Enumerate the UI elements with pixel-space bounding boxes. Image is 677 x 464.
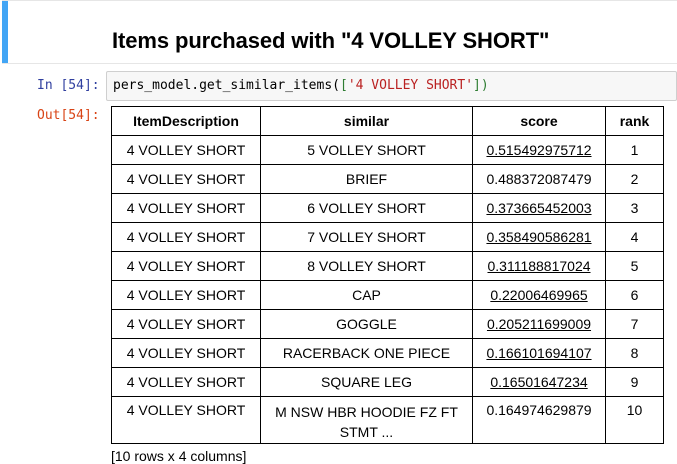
table-cell: 0.311188817024 <box>472 251 606 281</box>
markdown-heading: Items purchased with "4 VOLLEY SHORT" <box>112 28 550 53</box>
table-cell: SQUARE LEG <box>260 367 473 397</box>
table-cell: 4 VOLLEY SHORT <box>111 135 261 165</box>
table-cell: 4 VOLLEY SHORT <box>111 222 261 252</box>
code-close-bracket: ] <box>473 78 481 93</box>
table-cell: 5 VOLLEY SHORT <box>260 135 473 165</box>
table-cell: 1 <box>605 135 664 165</box>
score-link: 0.373665452003 <box>486 200 592 216</box>
table-cell: GOGGLE <box>260 309 473 339</box>
table-cell: 0.373665452003 <box>472 193 606 223</box>
score-link: 0.16501647234 <box>490 374 588 390</box>
table-cell: M NSW HBR HOODIE FZ FT STMT ... <box>260 396 473 444</box>
table-cell: 8 VOLLEY SHORT <box>260 251 473 281</box>
input-prompt: In [54]: <box>37 78 100 93</box>
code-string: '4 VOLLEY SHORT' <box>347 78 474 93</box>
table-row: 4 VOLLEY SHORT SQUARE LEG 0.16501647234 9 <box>111 367 664 397</box>
table-cell: 3 <box>605 193 664 223</box>
column-header: score <box>472 106 606 136</box>
score-link: 0.358490586281 <box>486 229 592 245</box>
column-header: similar <box>260 106 473 136</box>
table-cell: 6 VOLLEY SHORT <box>260 193 473 223</box>
score-link: 0.515492975712 <box>486 142 592 158</box>
cell-selection-bar <box>2 1 8 63</box>
code-input-area[interactable]: pers_model.get_similar_items(['4 VOLLEY … <box>106 71 677 101</box>
table-cell: 6 <box>605 280 664 310</box>
table-cell: CAP <box>260 280 473 310</box>
table-cell: 10 <box>605 396 664 444</box>
score-link: 0.205211699009 <box>486 316 592 332</box>
output-prompt: Out[54]: <box>37 108 100 123</box>
code-line: pers_model.get_similar_items(['4 VOLLEY … <box>113 78 489 93</box>
table-shape-footer: [10 rows x 4 columns] <box>111 448 247 464</box>
markdown-cell[interactable]: Items purchased with "4 VOLLEY SHORT" <box>2 0 677 64</box>
table-cell: 0.205211699009 <box>472 309 606 339</box>
dataframe-table: ItemDescription similar score rank 4 VOL… <box>111 106 664 444</box>
table-cell: 4 VOLLEY SHORT <box>111 280 261 310</box>
code-close-paren: ) <box>480 78 489 93</box>
table-cell: 5 <box>605 251 664 281</box>
table-cell: 4 VOLLEY SHORT <box>111 309 261 339</box>
table-cell: 4 VOLLEY SHORT <box>111 251 261 281</box>
table-cell: RACERBACK ONE PIECE <box>260 338 473 368</box>
table-cell: 9 <box>605 367 664 397</box>
table-row: 4 VOLLEY SHORT GOGGLE 0.205211699009 7 <box>111 309 664 339</box>
table-cell: 4 VOLLEY SHORT <box>111 193 261 223</box>
table-cell: 7 VOLLEY SHORT <box>260 222 473 252</box>
table-cell: 4 VOLLEY SHORT <box>111 338 261 368</box>
column-header: ItemDescription <box>111 106 261 136</box>
score-link: 0.22006469965 <box>490 287 588 303</box>
table-row: 4 VOLLEY SHORT 7 VOLLEY SHORT 0.3584905862… <box>111 222 664 252</box>
table-body: 4 VOLLEY SHORT 5 VOLLEY SHORT 0.5154929757… <box>111 135 664 444</box>
table-row: 4 VOLLEY SHORT 5 VOLLEY SHORT 0.5154929757… <box>111 135 664 165</box>
score-link: 0.311188817024 <box>487 258 591 274</box>
table-cell: 0.22006469965 <box>472 280 606 310</box>
table-row: 4 VOLLEY SHORT M NSW HBR HOODIE FZ FT STM… <box>111 396 664 444</box>
table-row: 4 VOLLEY SHORT 6 VOLLEY SHORT 0.3736654520… <box>111 193 664 223</box>
table-row: 4 VOLLEY SHORT 8 VOLLEY SHORT 0.3111888170… <box>111 251 664 281</box>
score-link: 0.166101694107 <box>486 345 592 361</box>
table-cell: 7 <box>605 309 664 339</box>
code-open-bracket: [ <box>339 78 348 93</box>
table-cell: 0.166101694107 <box>472 338 606 368</box>
table-cell: 4 <box>605 222 664 252</box>
code-function: pers_model.get_similar_items <box>113 78 333 93</box>
table-cell: 2 <box>605 164 664 194</box>
column-header: rank <box>605 106 664 136</box>
table-cell: 0.515492975712 <box>472 135 606 165</box>
table-cell: 4 VOLLEY SHORT <box>111 164 261 194</box>
table-cell: 0.164974629879 <box>472 396 606 444</box>
table-row: 4 VOLLEY SHORT RACERBACK ONE PIECE 0.16610… <box>111 338 664 368</box>
table-cell: BRIEF <box>260 164 473 194</box>
code-open-paren: ( <box>332 78 340 93</box>
table-row: 4 VOLLEY SHORT BRIEF 0.488372087479 2 <box>111 164 664 194</box>
table-cell: 0.358490586281 <box>472 222 606 252</box>
table-row: 4 VOLLEY SHORT CAP 0.22006469965 6 <box>111 280 664 310</box>
table-cell: 4 VOLLEY SHORT <box>111 396 261 444</box>
table-cell: 0.16501647234 <box>472 367 606 397</box>
table-header-row: ItemDescription similar score rank <box>111 106 664 136</box>
table-cell: 0.488372087479 <box>472 164 606 194</box>
table-cell: 8 <box>605 338 664 368</box>
table-cell: 4 VOLLEY SHORT <box>111 367 261 397</box>
